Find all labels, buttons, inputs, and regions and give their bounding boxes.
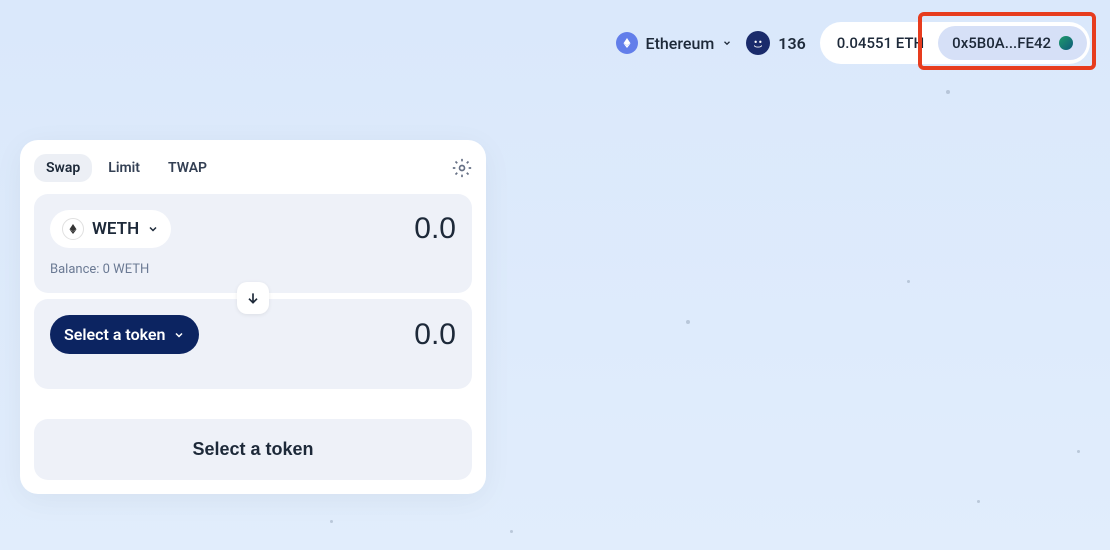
swap-card: Swap Limit TWAP WETH Balance: 0 WETH xyxy=(20,140,486,494)
to-amount-input[interactable] xyxy=(256,318,456,352)
header: Ethereum 136 0.04551 ETH 0x5B0A...FE42 xyxy=(0,0,1110,64)
wallet-address-button[interactable]: 0x5B0A...FE42 xyxy=(938,26,1087,60)
from-balance: Balance: 0 WETH xyxy=(50,262,456,277)
points-badge[interactable]: 136 xyxy=(746,31,805,55)
from-token-panel: WETH Balance: 0 WETH xyxy=(34,194,472,293)
tab-swap[interactable]: Swap xyxy=(34,154,92,182)
chevron-down-icon xyxy=(173,329,185,341)
swap-direction-button[interactable] xyxy=(237,282,269,314)
eth-balance: 0.04551 ETH xyxy=(823,34,938,52)
network-name: Ethereum xyxy=(646,34,715,53)
mode-tabs: Swap Limit TWAP xyxy=(34,154,219,182)
to-token-panel: Select a token xyxy=(34,299,472,389)
to-token-label: Select a token xyxy=(64,325,165,344)
arrow-down-icon xyxy=(245,290,261,306)
tab-limit[interactable]: Limit xyxy=(96,154,152,182)
points-count: 136 xyxy=(778,34,805,53)
from-amount-input[interactable] xyxy=(256,212,456,246)
chevron-down-icon xyxy=(147,223,159,235)
balance-pill: 0.04551 ETH 0x5B0A...FE42 xyxy=(820,22,1090,64)
main-action-button[interactable]: Select a token xyxy=(34,419,472,480)
tab-twap[interactable]: TWAP xyxy=(156,154,219,182)
wallet-avatar-icon xyxy=(1059,36,1073,50)
chevron-down-icon xyxy=(722,38,732,48)
cow-icon xyxy=(746,31,770,55)
gear-icon[interactable] xyxy=(452,158,472,178)
ethereum-icon xyxy=(616,32,638,54)
wallet-address-text: 0x5B0A...FE42 xyxy=(952,34,1051,52)
from-token-select[interactable]: WETH xyxy=(50,210,171,248)
network-selector[interactable]: Ethereum xyxy=(616,32,733,54)
from-token-symbol: WETH xyxy=(92,219,139,239)
weth-icon xyxy=(62,218,84,240)
to-token-select[interactable]: Select a token xyxy=(50,315,199,354)
